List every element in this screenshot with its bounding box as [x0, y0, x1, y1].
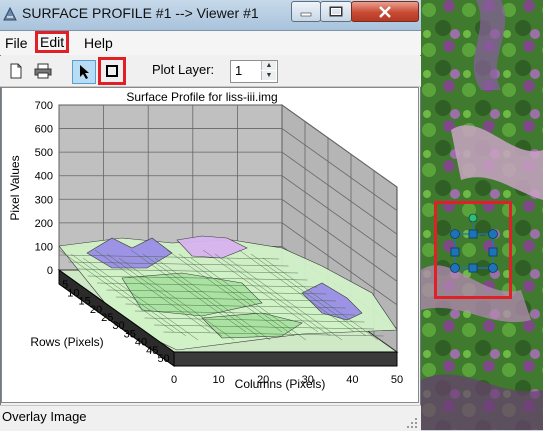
- chart-title: Surface Profile for liss-iii.img: [126, 90, 277, 104]
- menu-file[interactable]: File: [5, 35, 28, 51]
- rows-axis-label: Rows (Pixels): [30, 335, 103, 349]
- new-document-icon: [10, 63, 22, 79]
- spin-up-icon[interactable]: ▲: [261, 61, 276, 70]
- x-axis-label: Columns (Pixels): [235, 377, 326, 391]
- x-tick-label: 0: [171, 374, 177, 386]
- surface-chart: Surface Profile for liss-iii.img01002003…: [8, 90, 403, 391]
- close-button[interactable]: [351, 1, 419, 22]
- resize-grip-icon[interactable]: [406, 417, 418, 429]
- menu-help[interactable]: Help: [84, 35, 113, 51]
- row-tick-label: 50: [157, 353, 169, 365]
- plot-layer-value[interactable]: 1: [235, 63, 242, 78]
- x-tick-label: 40: [346, 374, 358, 386]
- plot-layer-label: Plot Layer:: [152, 62, 215, 77]
- y-tick-label: 100: [35, 241, 53, 253]
- surface-profile-window: SURFACE PROFILE #1 --> Viewer #1 File Ed…: [0, 0, 421, 431]
- menu-bar: File Edit Help: [0, 31, 421, 55]
- status-bar: Overlay Image: [0, 405, 421, 431]
- close-icon: [352, 2, 418, 21]
- toolbar: Plot Layer: 1 ▲ ▼: [0, 56, 421, 87]
- aoi-selection-box[interactable]: [434, 201, 512, 299]
- print-button[interactable]: [32, 60, 54, 82]
- window-title: SURFACE PROFILE #1 --> Viewer #1: [22, 5, 259, 21]
- y-tick-label: 500: [35, 147, 53, 159]
- menu-edit[interactable]: Edit: [34, 31, 70, 53]
- title-bar[interactable]: SURFACE PROFILE #1 --> Viewer #1: [0, 0, 421, 31]
- y-tick-label: 300: [35, 194, 53, 206]
- maximize-button[interactable]: [320, 1, 352, 22]
- select-tool-button[interactable]: [72, 60, 96, 84]
- rectangle-tool-button[interactable]: [98, 57, 126, 85]
- y-tick-label: 700: [35, 100, 53, 112]
- y-tick-label: 600: [35, 124, 53, 136]
- printer-icon: [34, 63, 52, 79]
- minimize-icon: [292, 2, 320, 21]
- x-tick-label: 50: [391, 374, 403, 386]
- x-tick-label: 10: [212, 374, 224, 386]
- y-tick-label: 0: [47, 265, 53, 277]
- app-icon: [3, 7, 17, 21]
- new-button[interactable]: [5, 60, 27, 82]
- y-tick-label: 400: [35, 171, 53, 183]
- minimize-button[interactable]: [291, 1, 321, 22]
- maximize-icon: [321, 2, 351, 21]
- status-text: Overlay Image: [2, 409, 87, 424]
- polygon-handles[interactable]: [437, 204, 509, 296]
- surface-profile-plot: Surface Profile for liss-iii.img 0 100 200 3…: [1, 87, 419, 403]
- plot-layer-stepper[interactable]: 1 ▲ ▼: [230, 60, 278, 83]
- front-skirt: [173, 351, 398, 367]
- y-axis-label: Pixel Values: [8, 155, 22, 220]
- rectangle-icon: [106, 65, 118, 77]
- arrow-pointer-icon: [80, 65, 89, 79]
- spin-down-icon[interactable]: ▼: [261, 71, 276, 80]
- y-tick-label: 200: [35, 218, 53, 230]
